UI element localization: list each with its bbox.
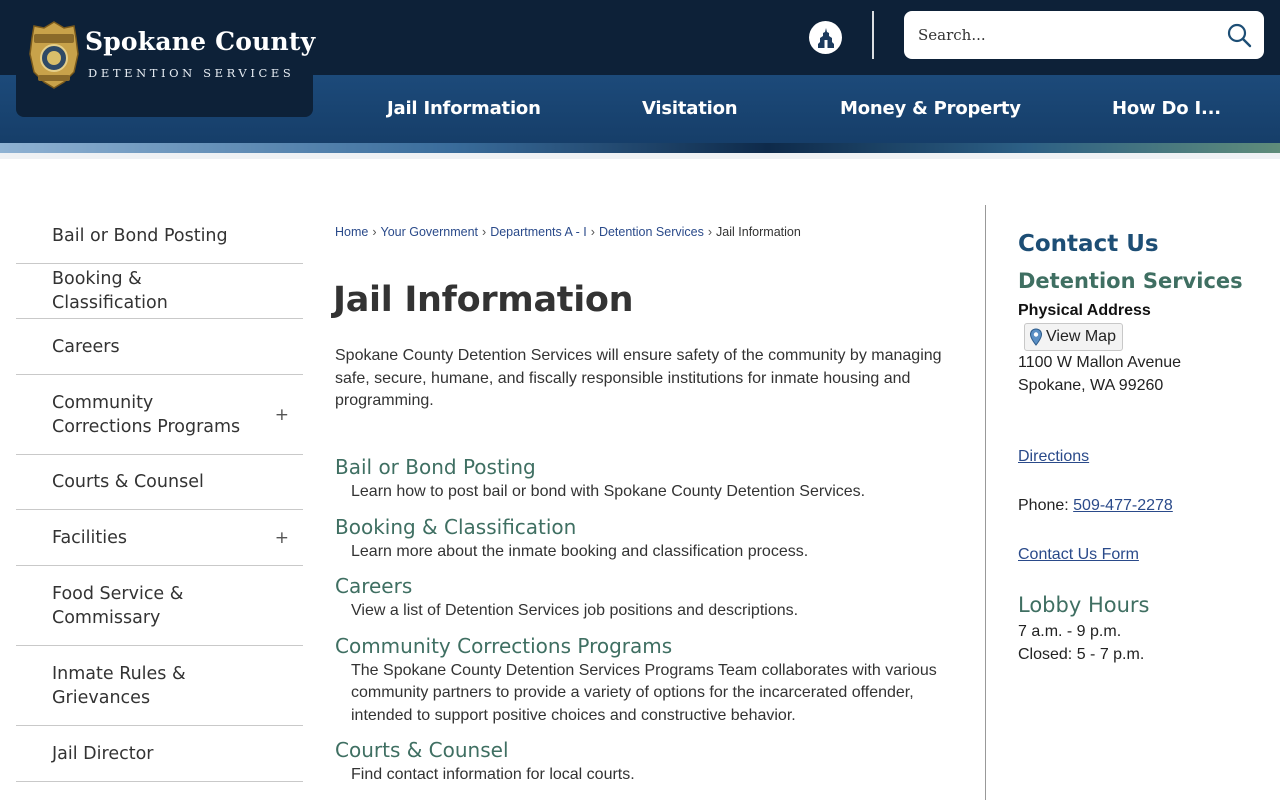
address-line-1: 1100 W Mallon Avenue [1018, 354, 1182, 371]
page-title: Jail Information [333, 280, 634, 320]
nav-jail-information[interactable]: Jail Information [387, 75, 541, 143]
sidebar-item-label: Bail or Bond Posting [52, 225, 228, 246]
intro-text: Spokane County Detention Services will e… [335, 347, 942, 409]
header-divider [872, 11, 874, 59]
lobby-hours-line-2: Closed: 5 - 7 p.m. [1018, 646, 1145, 663]
side-nav: Bail or Bond Posting Booking & Classific… [16, 208, 303, 782]
directions-link[interactable]: Directions [1018, 448, 1089, 465]
department-name: Detention Services [1018, 269, 1243, 293]
list-item: Booking & Classification Learn more abou… [335, 514, 955, 564]
sidebar-item-community-corrections[interactable]: Community Corrections Programs + [16, 375, 303, 455]
search-box [904, 11, 1264, 59]
contact-panel: Contact Us Detention Services Physical A… [1018, 228, 1268, 666]
view-map-label: View Map [1046, 328, 1116, 345]
header-stripe-light [0, 153, 1280, 159]
translate-button[interactable] [809, 21, 842, 54]
link-courts-counsel[interactable]: Courts & Counsel [335, 737, 955, 764]
lobby-hours-line-1: 7 a.m. - 9 p.m. [1018, 623, 1122, 640]
sidebar-item-courts[interactable]: Courts & Counsel [16, 455, 303, 510]
sidebar-item-booking[interactable]: Booking & Classification [16, 264, 303, 319]
expand-icon[interactable]: + [275, 403, 289, 427]
sidebar-item-label: Booking & Classification [52, 269, 168, 313]
translate-icon [817, 27, 834, 48]
sidebar-item-label: Facilities [52, 527, 127, 548]
badge-logo-icon [29, 21, 79, 89]
breadcrumb-separator: › [482, 225, 487, 239]
breadcrumb-separator: › [707, 225, 713, 239]
content-divider [985, 205, 986, 800]
sidebar-item-label: Food Service & Commissary [52, 583, 184, 628]
link-booking[interactable]: Booking & Classification [335, 514, 955, 541]
breadcrumb: Home › Your Government › Departments A - I › D… [335, 225, 801, 239]
breadcrumb-your-government[interactable]: Your Government [381, 225, 479, 239]
sidebar-item-label: Courts & Counsel [52, 472, 204, 492]
link-list: Bail or Bond Posting Learn how to post b… [335, 454, 955, 797]
link-careers[interactable]: Careers [335, 573, 955, 600]
link-description: Find contact information for local court… [351, 766, 635, 783]
breadcrumb-current: Jail Information [716, 225, 801, 239]
search-icon[interactable] [1226, 22, 1252, 48]
logo-subtitle: DETENTION SERVICES [88, 66, 295, 80]
sidebar-item-label: Inmate Rules & Grievances [52, 663, 186, 708]
sidebar-item-careers[interactable]: Careers [16, 319, 303, 375]
phone-label: Phone: [1018, 497, 1074, 514]
link-community-corrections[interactable]: Community Corrections Programs [335, 633, 955, 660]
address-line-2: Spokane, WA 99260 [1018, 377, 1164, 394]
breadcrumb-separator: › [590, 225, 595, 239]
expand-icon[interactable]: + [275, 526, 289, 550]
phone-line: Phone: 509-477-2278 [1018, 494, 1268, 517]
sidebar-item-label: Jail Director [52, 743, 154, 764]
sidebar-item-inmate-rules[interactable]: Inmate Rules & Grievances [16, 646, 303, 726]
address-label: Physical Address [1018, 302, 1151, 319]
list-item: Careers View a list of Detention Service… [335, 573, 955, 623]
breadcrumb-home[interactable]: Home [335, 225, 368, 239]
sidebar-item-facilities[interactable]: Facilities + [16, 510, 303, 566]
link-description: Learn more about the inmate booking and … [351, 542, 809, 560]
view-map-button[interactable]: View Map [1024, 323, 1123, 351]
nav-visitation[interactable]: Visitation [642, 75, 738, 143]
breadcrumb-separator: › [372, 225, 377, 239]
header-stripe [0, 143, 1280, 153]
contact-heading: Contact Us [1018, 231, 1159, 257]
sidebar-item-bail[interactable]: Bail or Bond Posting [16, 208, 303, 264]
breadcrumb-detention-services[interactable]: Detention Services [599, 225, 704, 239]
link-description: Learn how to post bail or bond with Spok… [351, 483, 866, 500]
nav-how-do-i[interactable]: How Do I... [1112, 75, 1221, 143]
breadcrumb-departments[interactable]: Departments A - I [490, 225, 587, 239]
list-item: Courts & Counsel Find contact informatio… [335, 737, 955, 787]
logo-title: Spokane County [85, 27, 316, 56]
sidebar-item-label: Community Corrections Programs [52, 392, 241, 437]
nav-money-property[interactable]: Money & Property [840, 75, 1021, 143]
link-description: The Spokane County Detention Services Pr… [351, 661, 937, 724]
map-pin-icon [1029, 328, 1043, 346]
sidebar-item-label: Careers [52, 336, 120, 357]
link-bail-bond[interactable]: Bail or Bond Posting [335, 454, 955, 481]
sidebar-item-jail-director[interactable]: Jail Director [16, 726, 303, 782]
search-input[interactable] [918, 11, 1218, 59]
list-item: Community Corrections Programs The Spoka… [335, 633, 955, 728]
list-item: Bail or Bond Posting Learn how to post b… [335, 454, 955, 504]
lobby-hours-heading: Lobby Hours [1018, 593, 1150, 617]
sidebar-item-food-service[interactable]: Food Service & Commissary [16, 566, 303, 646]
contact-form-link[interactable]: Contact Us Form [1018, 546, 1139, 563]
link-description: View a list of Detention Services job po… [351, 602, 799, 619]
phone-link[interactable]: 509-477-2278 [1073, 497, 1173, 514]
